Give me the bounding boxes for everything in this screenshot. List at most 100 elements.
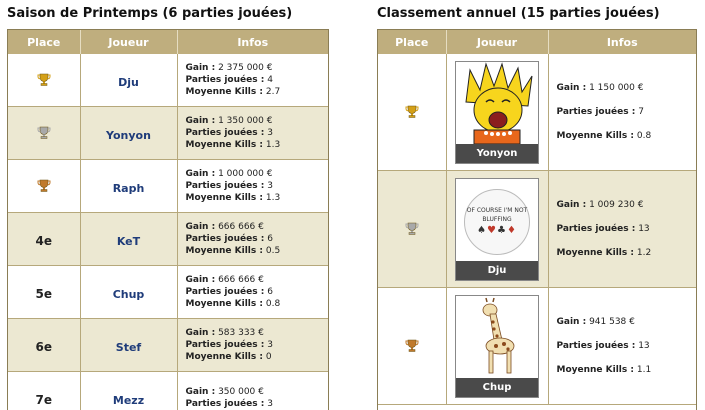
rank-cell (378, 171, 446, 288)
player-name[interactable]: Raph (113, 182, 145, 195)
infos-column-header: Infos (177, 30, 328, 54)
average-kills-label: Moyenne Kills : (186, 140, 263, 150)
gain-label: Gain : (186, 387, 216, 397)
silver-trophy-icon (37, 124, 51, 143)
gain-label: Gain : (186, 328, 216, 338)
games-played-label: Parties jouées : (186, 287, 265, 297)
games-played-label: Parties jouées : (557, 107, 636, 117)
rank-cell: 5e (8, 266, 80, 319)
rank-cell (8, 54, 80, 107)
average-kills-value: 1.3 (266, 193, 280, 203)
rank-cell: 4e (8, 213, 80, 266)
rank-cell (8, 160, 80, 213)
gain-label: Gain : (186, 63, 216, 73)
rank-cell: 6e (8, 319, 80, 372)
player-cell: Yonyon (80, 107, 177, 160)
games-played-value: 6 (267, 234, 273, 244)
player-name[interactable]: Dju (456, 261, 538, 280)
info-cell: Gain : 2 375 000 €Parties jouées : 4Moye… (177, 54, 328, 107)
games-played-value: 3 (267, 340, 273, 350)
avatar (456, 296, 538, 378)
bronze-trophy-icon (405, 337, 419, 356)
gain-value: 941 538 € (589, 317, 635, 327)
player-cell: Mezz (80, 372, 177, 410)
table-row: ChupGain : 941 538 €Parties jouées : 13M… (378, 288, 696, 405)
games-played-value: 13 (638, 341, 649, 351)
games-played-value: 6 (267, 287, 273, 297)
average-kills-value: 0.5 (266, 246, 280, 256)
rank-text: 5e (36, 287, 53, 301)
average-kills-label: Moyenne Kills : (557, 248, 634, 258)
table-row: Yonyon Gain : 1 150 000 € Parties jouées :… (378, 54, 696, 171)
gold-trophy-icon (405, 103, 419, 122)
player-cell: Raph (80, 160, 177, 213)
gain-label: Gain : (557, 83, 587, 93)
info-cell: Gain : 941 538 €Parties jouées : 13Moyen… (548, 288, 696, 405)
table-row: 4e KeT Gain : 666 666 €Parties jouées : 6M… (8, 213, 328, 266)
gold-trophy-icon (37, 71, 51, 90)
gain-label: Gain : (186, 275, 216, 285)
avatar (456, 62, 538, 144)
average-kills-label: Moyenne Kills : (186, 352, 263, 362)
player-column-header: Joueur (80, 30, 177, 54)
toy-giraffe-icon (456, 296, 538, 378)
poker-badge-icon: OF COURSE I'M NOT BLUFFING♠♥♣♦ (464, 189, 530, 255)
avatar: OF COURSE I'M NOT BLUFFING♠♥♣♦ (456, 179, 538, 261)
player-name[interactable]: Chup (113, 288, 145, 301)
games-played-label: Parties jouées : (186, 399, 265, 409)
info-cell: Gain : 583 333 € Parties jouées : 3 Moyenn… (177, 319, 328, 372)
player-name[interactable]: Mezz (113, 394, 144, 407)
player-avatar-card[interactable]: Chup (455, 295, 539, 398)
games-played-value: 3 (267, 181, 273, 191)
average-kills-value: 0 (266, 352, 272, 362)
table-row: YonyonGain : 1 350 000 €Parties jouées :… (8, 107, 328, 160)
player-name[interactable]: Stef (116, 341, 141, 354)
rank-cell (378, 54, 446, 171)
average-kills-label: Moyenne Kills : (186, 246, 263, 256)
yelling-cartoon-girl-icon (456, 62, 538, 144)
average-kills-value: 1.2 (637, 248, 651, 258)
season-title: Saison de Printemps (6 parties jouées) (7, 6, 292, 21)
player-avatar-card[interactable]: Yonyon (455, 61, 539, 164)
games-played-label: Parties jouées : (557, 341, 636, 351)
info-cell: Gain : 666 666 €Parties jouées : 6Moyenn… (177, 213, 328, 266)
games-played-label: Parties jouées : (186, 234, 265, 244)
info-cell: Gain : 1 009 230 €Parties jouées : 13Moy… (548, 171, 696, 288)
average-kills-label: Moyenne Kills : (557, 131, 634, 141)
games-played-value: 13 (638, 224, 649, 234)
games-played-value: 3 (267, 399, 273, 409)
bronze-trophy-icon (37, 177, 51, 196)
average-kills-label: Moyenne Kills : (186, 299, 263, 309)
player-name[interactable]: Dju (118, 76, 139, 89)
average-kills-label: Moyenne Kills : (186, 87, 263, 97)
player-name[interactable]: Yonyon (456, 144, 538, 163)
rank-text: 6e (36, 340, 53, 354)
table-row: 7e Mezz Gain : 350 000 € Parties jouées : 3 (8, 372, 328, 410)
rank-cell: 7e (8, 372, 80, 410)
gain-value: 350 000 € (218, 387, 264, 397)
gain-value: 1 150 000 € (589, 83, 643, 93)
player-name[interactable]: KeT (117, 235, 140, 248)
player-avatar-card[interactable]: OF COURSE I'M NOT BLUFFING♠♥♣♦ Dju (455, 178, 539, 281)
gain-value: 2 375 000 € (218, 63, 272, 73)
table-row: OF COURSE I'M NOT BLUFFING♠♥♣♦ Dju Gain : … (378, 171, 696, 288)
rank-cell (8, 107, 80, 160)
gain-value: 583 333 € (218, 328, 264, 338)
info-cell: Gain : 666 666 €Parties jouées : 6Moyenn… (177, 266, 328, 319)
gain-label: Gain : (186, 169, 216, 179)
player-cell: OF COURSE I'M NOT BLUFFING♠♥♣♦ Dju (446, 171, 548, 288)
player-cell: Yonyon (446, 54, 548, 171)
rank-text: 7e (36, 393, 53, 407)
games-played-value: 3 (267, 128, 273, 138)
games-played-value: 7 (638, 107, 644, 117)
player-name[interactable]: Yonyon (106, 129, 151, 142)
average-kills-value: 0.8 (637, 131, 651, 141)
player-name[interactable]: Chup (456, 378, 538, 397)
table-row: Dju Gain : 2 375 000 €Parties jouées : 4M… (8, 54, 328, 107)
games-played-label: Parties jouées : (186, 128, 265, 138)
games-played-label: Parties jouées : (186, 340, 265, 350)
gain-label: Gain : (186, 222, 216, 232)
rank-cell (378, 288, 446, 405)
info-cell: Gain : 1 150 000 € Parties jouées : 7 Moye… (548, 54, 696, 171)
table-row: 6e Stef Gain : 583 333 € Parties jouées : 3… (8, 319, 328, 372)
